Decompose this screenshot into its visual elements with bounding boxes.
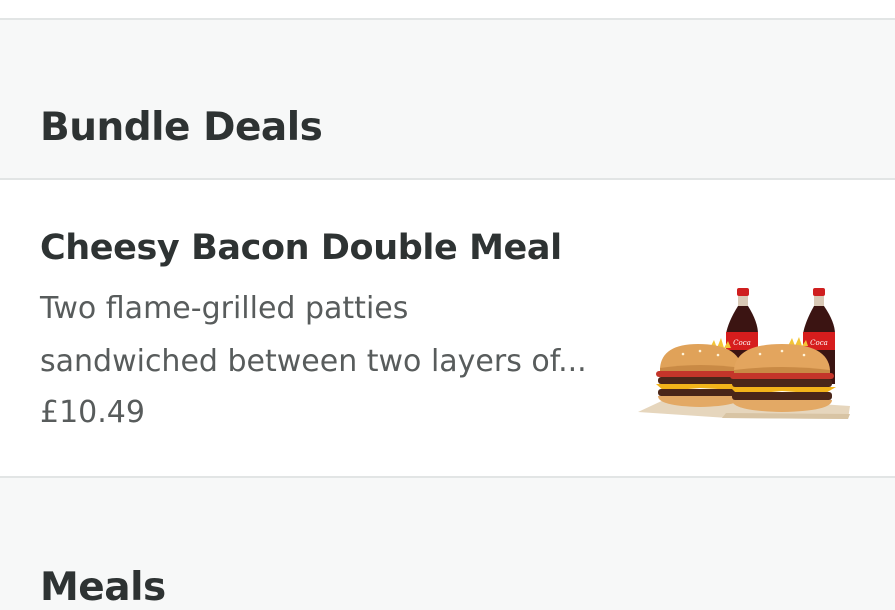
item-description-line-2: sandwiched between two layers of... [40,344,587,379]
menu-item-cheesy-bacon-double-meal[interactable]: Cheesy Bacon Double Meal Two flame-grill… [0,178,895,478]
section-bundle-deals: Bundle Deals [0,20,895,178]
item-description: Two flame-grilled patties sandwiched bet… [40,282,615,388]
item-title: Cheesy Bacon Double Meal [40,228,562,268]
burger-right [730,344,836,412]
previous-item-card-bottom [0,0,895,20]
section-heading-bundle-deals: Bundle Deals [40,105,323,150]
item-description-line-1: Two flame-grilled patties [40,291,409,326]
section-heading-meals: Meals [40,565,166,610]
svg-text:Coca: Coca [810,339,828,347]
meal-photo: Coca Coca [638,288,850,419]
svg-text:Coca: Coca [733,339,751,347]
item-price: £10.49 [40,395,145,430]
section-meals: Meals [0,480,895,610]
